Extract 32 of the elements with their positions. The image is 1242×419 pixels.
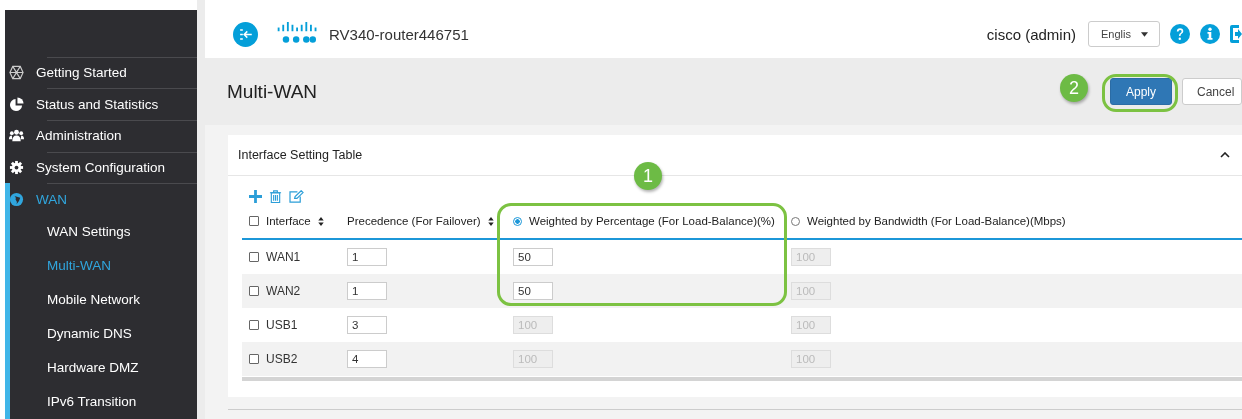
column-header[interactable]: Precedence (For Failover) (347, 215, 481, 227)
sidebar-subitem[interactable]: IPv6 Transition (5, 385, 197, 419)
table-cell: USB1 (266, 318, 298, 332)
panel-title: Interface Setting Table (238, 148, 363, 162)
sidebar-item[interactable]: Status and Statistics (5, 88, 197, 120)
column-header: Weighted by Percentage (For Load-Balance)(%) (529, 215, 775, 227)
input-field[interactable]: 3 (347, 316, 387, 334)
sidebar-item[interactable]: WAN (5, 183, 197, 216)
table-cell: WAN2 (266, 284, 301, 298)
column-header[interactable]: Interface (266, 215, 311, 227)
sidebar-item[interactable]: Administration (5, 119, 197, 152)
device-name: RV340-router446751 (329, 25, 469, 43)
sidebar-item[interactable]: Getting Started (5, 56, 197, 89)
input-field[interactable]: 1 (347, 248, 387, 266)
sidebar-subitem[interactable]: Dynamic DNS (5, 317, 197, 352)
sidebar-subitem[interactable]: WAN Settings (5, 215, 197, 250)
apply-button[interactable]: Apply (1110, 78, 1172, 105)
table-cell: WAN1 (266, 250, 301, 264)
table-cell: USB2 (266, 352, 298, 366)
input-field[interactable]: 4 (347, 350, 387, 368)
sidebar-subitem[interactable]: Multi-WAN (5, 249, 197, 284)
input-field[interactable]: 50 (513, 248, 553, 266)
cancel-button[interactable]: Cancel (1182, 78, 1242, 105)
sidebar-subitem[interactable]: Hardware DMZ (5, 351, 197, 386)
sidebar-item[interactable]: System Configuration (5, 151, 197, 184)
user-name: cisco (admin) (986, 25, 1076, 43)
sidebar-subitem[interactable]: Mobile Network (5, 283, 197, 318)
page-title: Multi-WAN (227, 80, 318, 103)
column-header: Weighted by Bandwidth (For Load-Balance)(Mbps) (807, 215, 1066, 227)
input-field[interactable]: 50 (513, 282, 553, 300)
input-field[interactable]: 1 (347, 282, 387, 300)
language-select[interactable]: Englis (1088, 21, 1160, 47)
